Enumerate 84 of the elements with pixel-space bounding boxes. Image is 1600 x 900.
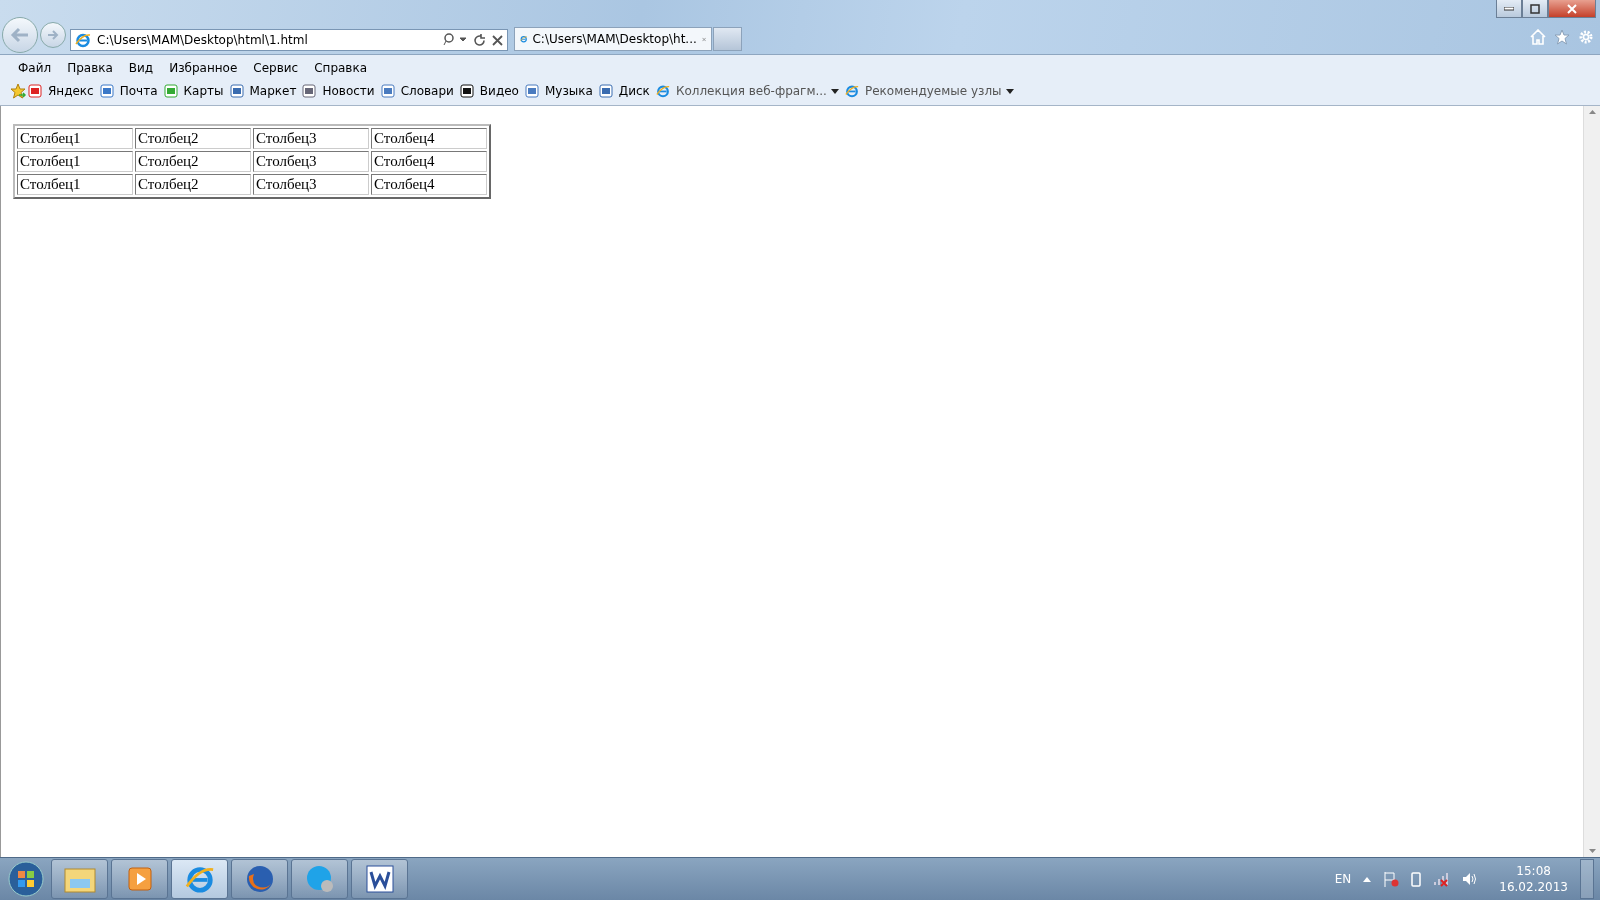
date-text: 16.02.2013 [1499,879,1568,895]
table-cell: Столбец4 [371,174,487,195]
maximize-icon [1530,3,1540,14]
battery-icon[interactable] [1411,871,1422,887]
speaker-icon[interactable] [1461,871,1478,887]
flag-icon[interactable] [1383,871,1400,887]
close-button[interactable] [1548,0,1596,18]
ie-icon [184,864,215,894]
bookmark-icon [524,84,539,98]
table-cell: Столбец4 [371,128,487,149]
favorites-link[interactable]: Новости [318,84,379,98]
search-icon [443,33,467,47]
menu-item[interactable]: Сервис [245,61,307,75]
table-cell: Столбец2 [135,128,251,149]
bookmark-icon [163,84,178,98]
show-desktop-button[interactable] [1580,859,1594,899]
favorites-link[interactable]: Видео [475,84,523,98]
favorites-link[interactable]: Карты [179,84,228,98]
taskbar-app[interactable] [351,859,408,899]
bookmark-icon [28,84,42,98]
back-arrow-icon [10,27,30,43]
time-text: 15:08 [1516,863,1551,879]
close-icon [492,34,503,46]
table-cell: Столбец3 [253,151,369,172]
table-cell: Столбец1 [17,174,133,195]
windows-logo-icon [8,861,44,897]
new-tab-button[interactable] [713,27,742,51]
taskbar-app[interactable] [231,859,288,899]
network-icon[interactable] [1433,871,1450,887]
dropdown-caret-icon [830,88,839,94]
favorites-link[interactable]: Музыка [540,84,597,98]
browser-tab[interactable]: C:\Users\MAM\Desktop\ht... [514,27,712,51]
bookmark-icon [229,84,244,98]
menu-item[interactable]: Избранное [161,61,246,75]
forward-arrow-icon [46,29,60,41]
taskbar-app[interactable] [111,859,168,899]
scroll-down-icon[interactable] [1588,849,1596,853]
scrollbar[interactable] [1583,106,1600,857]
settings-icon[interactable] [1578,29,1594,45]
table-cell: Столбец1 [17,151,133,172]
table-cell: Столбец3 [253,128,369,149]
document-icon [365,865,394,893]
menu-item[interactable]: Справка [306,61,376,75]
bookmark-icon [99,84,114,98]
caret-icon[interactable] [1363,876,1372,882]
table-cell: Столбец1 [17,128,133,149]
star-icon[interactable] [1554,29,1570,45]
play-icon [126,866,153,892]
favorites-link[interactable]: Коллекция веб-фрагм... [671,84,843,98]
maximize-button[interactable] [1522,0,1548,18]
dropdown-caret-icon [1005,88,1014,94]
refresh-icon [473,33,486,47]
bookmark-icon [302,84,317,98]
ie-icon [75,32,91,48]
table-cell: Столбец2 [135,151,251,172]
minimize-icon [1504,6,1514,11]
back-button[interactable] [2,17,38,53]
table-cell: Столбец4 [371,151,487,172]
menu-item[interactable]: Файл [10,61,60,75]
minimize-button[interactable] [1496,0,1522,18]
favorites-star-icon[interactable] [10,83,26,99]
favorites-link[interactable]: Почта [115,84,162,98]
menu-item[interactable]: Правка [59,61,121,75]
favorites-link[interactable]: Маркет [245,84,301,98]
close-icon [1567,3,1577,14]
folder-icon [63,865,96,893]
favorites-link[interactable]: Диск [614,84,654,98]
favorites-link[interactable]: Рекомендуемые узлы [860,84,1018,98]
bookmark-icon [598,84,613,98]
favorites-link[interactable]: Яндекс [44,84,98,98]
taskbar-app[interactable] [171,859,228,899]
forward-button[interactable] [40,22,66,48]
ie-icon [655,84,670,98]
scroll-up-icon[interactable] [1588,110,1596,114]
address-bar[interactable]: C:\Users\MAM\Desktop\html\1.html [70,29,508,51]
table-cell: Столбец2 [135,174,251,195]
taskbar-app[interactable] [51,859,108,899]
bookmark-icon [380,84,395,98]
ie-icon [844,84,859,98]
bookmark-icon [459,84,474,98]
favorites-link[interactable]: Словари [396,84,458,98]
home-icon[interactable] [1530,29,1546,45]
table-cell: Столбец3 [253,174,369,195]
menu-item[interactable]: Вид [120,61,162,75]
